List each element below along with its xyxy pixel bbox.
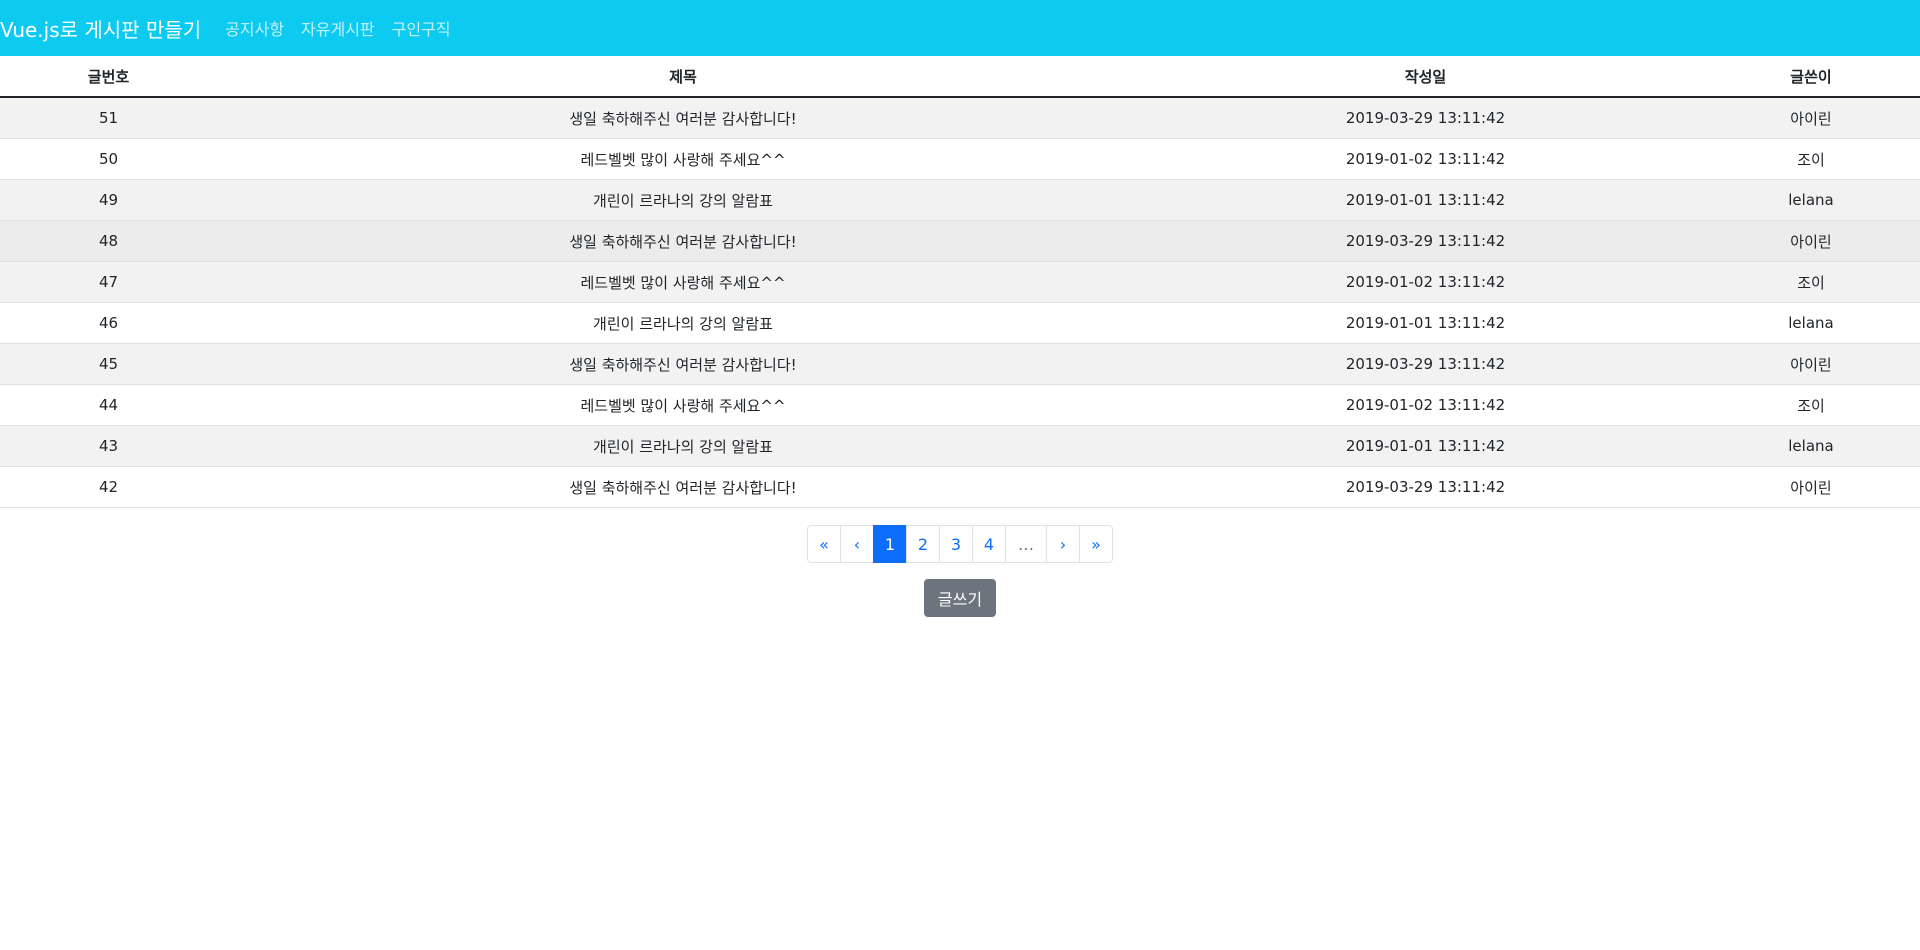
prev-page-button[interactable]: ‹ [840,525,874,563]
nav-link-free-board[interactable]: 자유게시판 [301,16,375,40]
cell-date: 2019-03-29 13:11:42 [1149,220,1702,262]
cell-author: lelana [1702,425,1920,467]
cell-author: 아이린 [1702,466,1920,508]
cell-author: 아이린 [1702,97,1920,139]
cell-post-number: 51 [0,97,217,139]
cell-date: 2019-01-02 13:11:42 [1149,384,1702,426]
table-row[interactable]: 51 생일 축하해주신 여러분 감사합니다! 2019-03-29 13:11:42… [0,97,1920,139]
page-button-1[interactable]: 1 [873,525,907,563]
cell-author: lelana [1702,302,1920,344]
post-table: 글번호 제목 작성일 글쓴이 51 생일 축하해주신 여러분 감사합니다! 2019… [0,56,1920,508]
navbar: Vue.js로 게시판 만들기 공지사항 자유게시판 구인구직 [0,0,1920,56]
page-button-4[interactable]: 4 [972,525,1006,563]
cell-title[interactable]: 생일 축하해주신 여러분 감사합니다! [217,220,1149,262]
cell-date: 2019-01-01 13:11:42 [1149,425,1702,467]
table-row[interactable]: 45 생일 축하해주신 여러분 감사합니다! 2019-03-29 13:11:42… [0,343,1920,385]
cell-title[interactable]: 개린이 르라나의 강의 알람표 [217,302,1149,344]
table-row[interactable]: 44 레드벨벳 많이 사랑해 주세요^^ 2019-01-02 13:11:42 조이 [0,384,1920,426]
header-date: 작성일 [1149,56,1702,98]
cell-post-number: 49 [0,179,217,221]
cell-title[interactable]: 생일 축하해주신 여러분 감사합니다! [217,343,1149,385]
cell-title[interactable]: 레드벨벳 많이 사랑해 주세요^^ [217,261,1149,303]
cell-post-number: 45 [0,343,217,385]
pagination-ellipsis: … [1005,525,1047,563]
cell-date: 2019-01-02 13:11:42 [1149,261,1702,303]
cell-post-number: 46 [0,302,217,344]
table-row[interactable]: 46 개린이 르라나의 강의 알람표 2019-01-01 13:11:42 lela… [0,302,1920,344]
cell-author: 조이 [1702,138,1920,180]
table-row[interactable]: 49 개린이 르라나의 강의 알람표 2019-01-01 13:11:42 lela… [0,179,1920,221]
header-post-number: 글번호 [0,56,217,98]
nav-link-notice[interactable]: 공지사항 [225,16,284,40]
page-button-2[interactable]: 2 [906,525,940,563]
cell-date: 2019-03-29 13:11:42 [1149,97,1702,139]
cell-post-number: 50 [0,138,217,180]
cell-title[interactable]: 레드벨벳 많이 사랑해 주세요^^ [217,138,1149,180]
pagination: « ‹ 1 2 3 4 … › » [807,525,1113,563]
table-row[interactable]: 48 생일 축하해주신 여러분 감사합니다! 2019-03-29 13:11:42… [0,220,1920,262]
first-page-button[interactable]: « [807,525,841,563]
cell-title[interactable]: 생일 축하해주신 여러분 감사합니다! [217,466,1149,508]
last-page-button[interactable]: » [1079,525,1113,563]
cell-post-number: 48 [0,220,217,262]
cell-post-number: 47 [0,261,217,303]
page-button-3[interactable]: 3 [939,525,973,563]
cell-date: 2019-01-01 13:11:42 [1149,302,1702,344]
table-row[interactable]: 42 생일 축하해주신 여러분 감사합니다! 2019-03-29 13:11:42… [0,466,1920,508]
header-author: 글쓴이 [1702,56,1920,98]
cell-author: 조이 [1702,261,1920,303]
cell-date: 2019-03-29 13:11:42 [1149,343,1702,385]
table-body: 51 생일 축하해주신 여러분 감사합니다! 2019-03-29 13:11:42… [0,97,1920,508]
cell-author: 아이린 [1702,343,1920,385]
nav-link-jobs[interactable]: 구인구직 [392,16,451,40]
cell-date: 2019-01-02 13:11:42 [1149,138,1702,180]
write-button[interactable]: 글쓰기 [923,579,997,617]
pagination-container: « ‹ 1 2 3 4 … › » [0,525,1920,563]
cell-date: 2019-03-29 13:11:42 [1149,466,1702,508]
cell-title[interactable]: 생일 축하해주신 여러분 감사합니다! [217,97,1149,139]
table-row[interactable]: 47 레드벨벳 많이 사랑해 주세요^^ 2019-01-02 13:11:42 조이 [0,261,1920,303]
cell-title[interactable]: 개린이 르라나의 강의 알람표 [217,179,1149,221]
table-header-row: 글번호 제목 작성일 글쓴이 [0,56,1920,98]
cell-date: 2019-01-01 13:11:42 [1149,179,1702,221]
cell-title[interactable]: 레드벨벳 많이 사랑해 주세요^^ [217,384,1149,426]
table-row[interactable]: 43 개린이 르라나의 강의 알람표 2019-01-01 13:11:42 lela… [0,425,1920,467]
cell-post-number: 42 [0,466,217,508]
cell-author: 아이린 [1702,220,1920,262]
cell-post-number: 44 [0,384,217,426]
cell-author: 조이 [1702,384,1920,426]
brand-link[interactable]: Vue.js로 게시판 만들기 [0,14,201,43]
cell-post-number: 43 [0,425,217,467]
table-row[interactable]: 50 레드벨벳 많이 사랑해 주세요^^ 2019-01-02 13:11:42 조이 [0,138,1920,180]
cell-author: lelana [1702,179,1920,221]
write-button-container: 글쓰기 [0,579,1920,617]
next-page-button[interactable]: › [1046,525,1080,563]
cell-title[interactable]: 개린이 르라나의 강의 알람표 [217,425,1149,467]
header-title: 제목 [217,56,1149,98]
